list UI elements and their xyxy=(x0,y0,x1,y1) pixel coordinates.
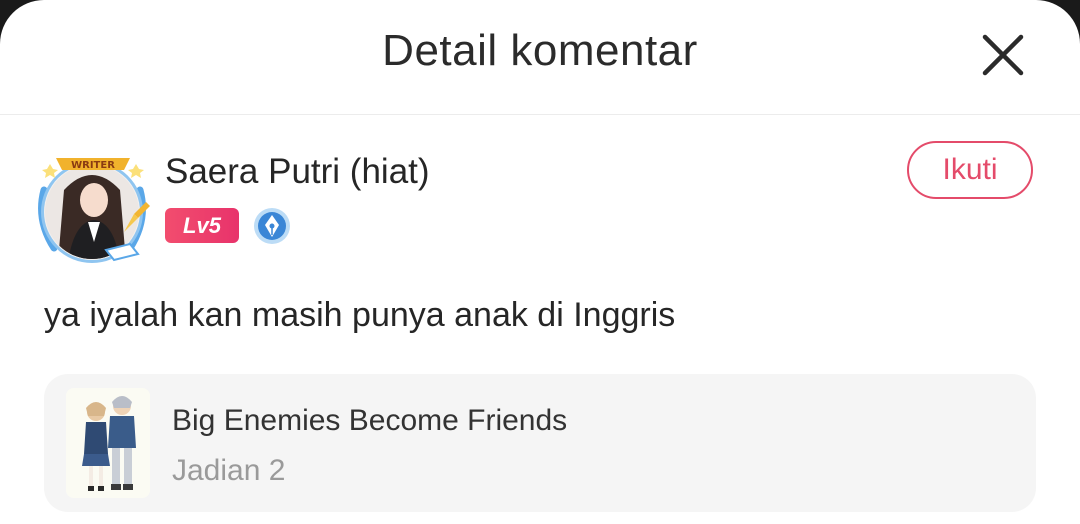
page-title: Detail komentar xyxy=(382,26,698,75)
comment-detail-sheet: Detail komentar WRITER Saera Putri (hiat… xyxy=(0,0,1080,524)
svg-text:WRITER: WRITER xyxy=(71,160,115,171)
book-chapter: Jadian 2 xyxy=(172,454,286,487)
writer-badge xyxy=(253,207,291,245)
book-card[interactable]: Big Enemies Become Friends Jadian 2 xyxy=(44,374,1036,512)
author-name[interactable]: Saera Putri (hiat) xyxy=(165,152,430,192)
book-cover xyxy=(66,388,150,498)
book-title: Big Enemies Become Friends xyxy=(172,404,568,437)
header: Detail komentar xyxy=(0,0,1080,115)
comment-text: ya iyalah kan masih punya anak di Inggri… xyxy=(44,296,676,334)
avatar[interactable]: WRITER xyxy=(34,150,152,268)
close-button[interactable] xyxy=(978,30,1028,80)
pen-nib-icon xyxy=(254,208,290,244)
follow-button[interactable]: Ikuti xyxy=(907,141,1033,199)
level-badge: Lv5 xyxy=(165,208,239,243)
close-icon xyxy=(982,34,1024,76)
